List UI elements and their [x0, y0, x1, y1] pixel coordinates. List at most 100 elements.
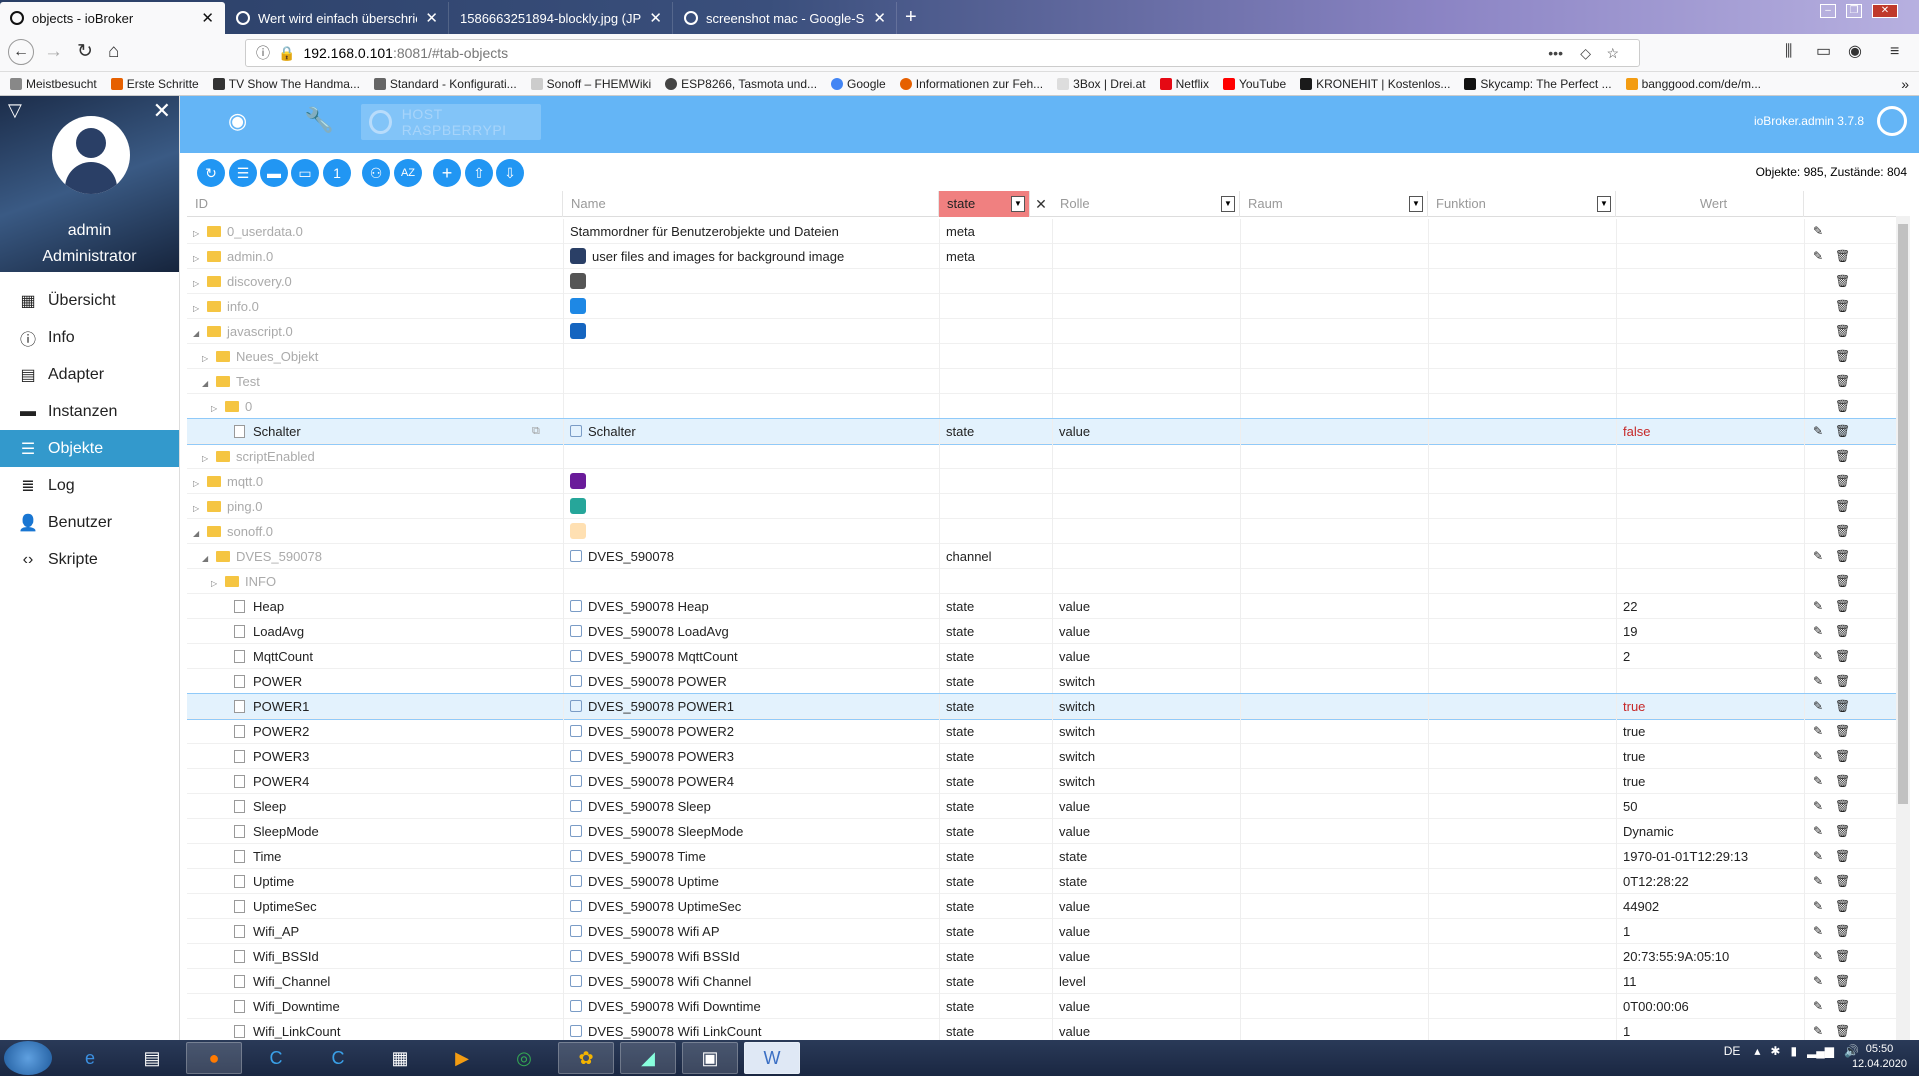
- cell-value[interactable]: 44902: [1616, 894, 1804, 919]
- room-icon[interactable]: ⚇: [362, 159, 390, 187]
- menu-icon[interactable]: ≡: [1890, 42, 1899, 62]
- chevron-down-icon[interactable]: ▼: [1221, 196, 1235, 212]
- close-tab-icon[interactable]: ✕: [425, 9, 438, 27]
- internet-explorer-icon[interactable]: e: [62, 1042, 118, 1074]
- cell-room[interactable]: [1240, 1019, 1428, 1040]
- table-row[interactable]: ◢ DVES_590078 DVES_590078 channel ✎ 🗑: [187, 544, 1896, 569]
- expand-arrow-icon[interactable]: ▷: [211, 571, 221, 594]
- expand-arrow-icon[interactable]: ▷: [193, 221, 203, 244]
- bookmark-item[interactable]: Standard - Konfigurati...: [373, 77, 517, 91]
- cell-room[interactable]: [1240, 369, 1428, 394]
- bookmarks-overflow-icon[interactable]: »: [1901, 76, 1909, 92]
- app-c2-icon[interactable]: C: [310, 1042, 366, 1074]
- cell-function[interactable]: [1428, 294, 1616, 319]
- cell-function[interactable]: [1428, 919, 1616, 944]
- cell-value[interactable]: false: [1616, 419, 1804, 444]
- delete-icon[interactable]: 🗑: [1835, 594, 1850, 619]
- delete-icon[interactable]: 🗑: [1835, 369, 1850, 394]
- delete-icon[interactable]: 🗑: [1835, 944, 1850, 969]
- folder-open-icon[interactable]: ▬: [260, 159, 288, 187]
- delete-icon[interactable]: 🗑: [1835, 819, 1850, 844]
- bookmark-star-icon[interactable]: ☆: [1606, 45, 1619, 62]
- collapse-arrow-icon[interactable]: ◢: [202, 371, 212, 394]
- app-c-icon[interactable]: C: [248, 1042, 304, 1074]
- cell-room[interactable]: [1240, 994, 1428, 1019]
- delete-icon[interactable]: 🗑: [1835, 444, 1850, 469]
- chevron-down-icon[interactable]: ▼: [1409, 196, 1423, 212]
- cell-room[interactable]: [1240, 969, 1428, 994]
- table-row[interactable]: Wifi_AP DVES_590078 Wifi AP state value 1 ✎ 🗑: [187, 919, 1896, 944]
- browser-tab-forum[interactable]: Wert wird einfach überschrieben ✕: [226, 2, 449, 34]
- table-row[interactable]: LoadAvg DVES_590078 LoadAvg state value 19 ✎ 🗑: [187, 619, 1896, 644]
- cell-function[interactable]: [1428, 394, 1616, 419]
- cell-function[interactable]: [1428, 819, 1616, 844]
- edit-icon[interactable]: ✎: [1813, 994, 1823, 1019]
- cell-function[interactable]: [1428, 319, 1616, 344]
- edit-icon[interactable]: ✎: [1813, 719, 1823, 744]
- scrollbar[interactable]: [1896, 216, 1910, 1040]
- bookmark-item[interactable]: YouTube: [1222, 77, 1286, 91]
- table-row[interactable]: ◢ javascript.0 🗑: [187, 319, 1896, 344]
- menu-toggle-icon[interactable]: ▽: [8, 100, 22, 121]
- chevron-down-icon[interactable]: ▼: [1597, 196, 1611, 212]
- delete-icon[interactable]: 🗑: [1835, 844, 1850, 869]
- eye-icon[interactable]: ◉: [228, 108, 247, 134]
- table-row[interactable]: SleepMode DVES_590078 SleepMode state value…: [187, 819, 1896, 844]
- cell-value[interactable]: 19: [1616, 619, 1804, 644]
- bookmark-item[interactable]: Erste Schritte: [110, 77, 199, 91]
- sidebar-item-instances[interactable]: ▬ Instanzen: [0, 393, 179, 430]
- expand-arrow-icon[interactable]: ▷: [193, 471, 203, 494]
- cell-room[interactable]: [1240, 444, 1428, 469]
- info-icon[interactable]: ⓘ: [256, 43, 270, 63]
- column-name[interactable]: Name: [563, 191, 939, 217]
- delete-icon[interactable]: 🗑: [1835, 919, 1850, 944]
- battery-icon[interactable]: ▮: [1790, 1044, 1797, 1058]
- table-row[interactable]: POWER1 DVES_590078 POWER1 state switch true ✎…: [187, 693, 1896, 720]
- table-row[interactable]: POWER DVES_590078 POWER state switch ✎ 🗑: [187, 669, 1896, 694]
- column-id[interactable]: ID: [187, 191, 563, 217]
- cell-function[interactable]: [1428, 669, 1616, 694]
- table-row[interactable]: Wifi_LinkCount DVES_590078 Wifi LinkCount…: [187, 1019, 1896, 1040]
- bookmark-item[interactable]: Netflix: [1159, 77, 1209, 91]
- table-row[interactable]: ▷ admin.0 user files and images for backgr…: [187, 244, 1896, 269]
- table-row[interactable]: ◢ Test 🗑: [187, 369, 1896, 394]
- cell-function[interactable]: [1428, 894, 1616, 919]
- cell-function[interactable]: [1428, 794, 1616, 819]
- firefox-icon[interactable]: ●: [186, 1042, 242, 1074]
- cell-room[interactable]: [1240, 819, 1428, 844]
- cell-function[interactable]: [1428, 769, 1616, 794]
- table-row[interactable]: Wifi_BSSId DVES_590078 Wifi BSSId state val…: [187, 944, 1896, 969]
- filter-function[interactable]: Funktion ▼: [1428, 191, 1616, 217]
- language-indicator[interactable]: DE: [1724, 1044, 1741, 1058]
- table-row[interactable]: UptimeSec DVES_590078 UptimeSec state value…: [187, 894, 1896, 919]
- cell-room[interactable]: [1240, 644, 1428, 669]
- table-row[interactable]: MqttCount DVES_590078 MqttCount state value…: [187, 644, 1896, 669]
- cell-function[interactable]: [1428, 619, 1616, 644]
- cell-function[interactable]: [1428, 469, 1616, 494]
- table-row[interactable]: ▷ INFO 🗑: [187, 569, 1896, 594]
- sidebar-item-adapter[interactable]: ▤ Adapter: [0, 356, 179, 393]
- folder-closed-icon[interactable]: ▭: [291, 159, 319, 187]
- delete-icon[interactable]: 🗑: [1835, 894, 1850, 919]
- cell-function[interactable]: [1428, 844, 1616, 869]
- cell-value[interactable]: true: [1616, 719, 1804, 744]
- cell-value[interactable]: 50: [1616, 794, 1804, 819]
- cell-value[interactable]: Dynamic: [1616, 819, 1804, 844]
- close-window-icon[interactable]: ✕: [1872, 4, 1898, 18]
- close-tab-icon[interactable]: ✕: [649, 9, 662, 27]
- cell-room[interactable]: [1240, 294, 1428, 319]
- bookmark-item[interactable]: Sonoff – FHEMWiki: [530, 77, 651, 91]
- delete-icon[interactable]: 🗑: [1835, 994, 1850, 1019]
- edit-icon[interactable]: ✎: [1813, 794, 1823, 819]
- cell-value[interactable]: 20:73:55:9A:05:10: [1616, 944, 1804, 969]
- cell-room[interactable]: [1240, 469, 1428, 494]
- sidebar-item-info[interactable]: ⓘ Info: [0, 319, 179, 356]
- delete-icon[interactable]: 🗑: [1835, 1019, 1850, 1040]
- table-row[interactable]: ▷ scriptEnabled 🗑: [187, 444, 1896, 469]
- close-tab-icon[interactable]: ✕: [873, 9, 886, 27]
- sidebar-toggle-icon[interactable]: ▭: [1816, 42, 1831, 62]
- cell-room[interactable]: [1240, 269, 1428, 294]
- browser-tab-image[interactable]: 1586663251894-blockly.jpg (JPEG-G ✕: [450, 2, 673, 34]
- cell-function[interactable]: [1428, 744, 1616, 769]
- cell-room[interactable]: [1240, 394, 1428, 419]
